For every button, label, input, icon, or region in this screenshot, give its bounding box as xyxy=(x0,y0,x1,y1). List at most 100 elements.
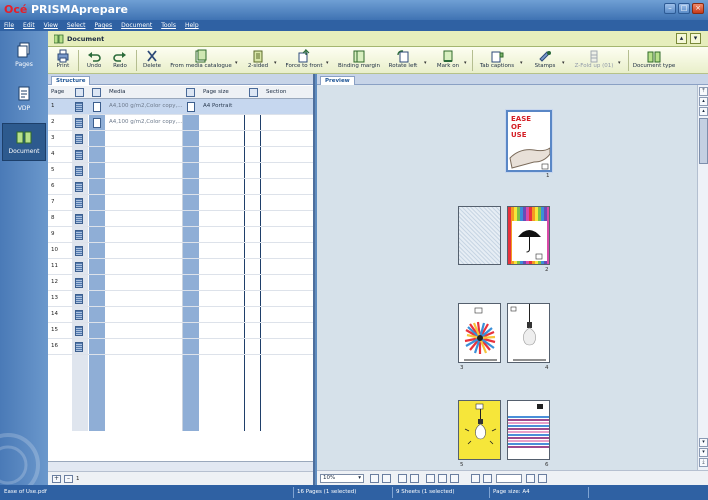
zoom-select[interactable]: 10% ▾ xyxy=(320,474,364,483)
expand-all-button[interactable]: + xyxy=(52,475,61,483)
binding-margin-button[interactable]: Binding margin xyxy=(336,49,382,72)
minimize-button[interactable]: – xyxy=(664,3,676,14)
binding-margin-icon xyxy=(353,50,365,63)
fit-width-icon[interactable] xyxy=(382,474,391,483)
force-to-front-dropdown-icon[interactable]: ▾ xyxy=(326,60,329,66)
print-button[interactable]: Print xyxy=(52,49,74,72)
menu-edit[interactable]: Edit xyxy=(23,22,35,29)
fit-page-icon[interactable] xyxy=(370,474,379,483)
sheet-4-right-page[interactable] xyxy=(507,400,550,460)
document-type-button[interactable]: Document type xyxy=(632,49,676,72)
column-header-page-size[interactable]: Page size xyxy=(203,89,229,95)
sheet-2-right-page[interactable] xyxy=(507,206,550,265)
redo-button[interactable]: Redo xyxy=(108,49,132,72)
maximize-button[interactable]: □ xyxy=(678,3,690,14)
next-page-icon[interactable] xyxy=(526,474,535,483)
tab-preview[interactable]: Preview xyxy=(320,76,355,85)
scroll-page-down-button[interactable]: ▾ xyxy=(699,448,708,457)
preview-canvas[interactable]: EASE OF USE 1 2 3 4 5 6 xyxy=(317,85,697,470)
table-row[interactable]: 9 xyxy=(48,227,313,243)
structure-horizontal-scrollbar[interactable] xyxy=(48,461,313,471)
sheet-2-left-page[interactable] xyxy=(458,206,501,265)
scroll-down-button[interactable]: ▾ xyxy=(699,438,708,447)
stamps-dropdown-icon[interactable]: ▾ xyxy=(562,60,565,66)
table-row[interactable]: 5 xyxy=(48,163,313,179)
close-button[interactable]: × xyxy=(692,3,704,14)
sheet-3-right-page[interactable] xyxy=(507,303,550,363)
table-row[interactable]: 12 xyxy=(48,275,313,291)
menu-tools[interactable]: Tools xyxy=(161,22,176,29)
select-tool-icon[interactable] xyxy=(426,474,435,483)
nav-vdp-label: VDP xyxy=(17,105,31,112)
zoom-tool-icon[interactable] xyxy=(450,474,459,483)
nav-pages[interactable]: Pages xyxy=(2,37,46,75)
tab-captions-icon xyxy=(491,51,504,63)
table-row[interactable]: 13 xyxy=(48,291,313,307)
table-row[interactable]: 10 xyxy=(48,243,313,259)
two-sided-dropdown-icon[interactable]: ▾ xyxy=(274,60,277,66)
from-media-catalogue-button[interactable]: From media catalogue xyxy=(170,49,232,72)
stamps-button[interactable]: Stamps xyxy=(530,49,560,72)
yellow-lightbulb-illustration-icon xyxy=(464,403,497,445)
menu-help[interactable]: Help xyxy=(185,22,199,29)
tab-captions-dropdown-icon[interactable]: ▾ xyxy=(520,60,523,66)
collapse-all-button[interactable]: – xyxy=(64,475,73,483)
sheet-4-left-page[interactable] xyxy=(458,400,501,460)
sheet-3-left-page[interactable] xyxy=(458,303,501,363)
hand-tool-icon[interactable] xyxy=(438,474,447,483)
rotate-left-button[interactable]: Rotate left xyxy=(384,49,422,72)
table-row[interactable]: 15 xyxy=(48,323,313,339)
undo-button[interactable]: Undo xyxy=(82,49,106,72)
delete-button[interactable]: Delete xyxy=(140,49,164,72)
scroll-page-up-button[interactable]: ▴ xyxy=(699,97,708,106)
table-row[interactable]: 14 xyxy=(48,307,313,323)
table-row[interactable]: 3 xyxy=(48,131,313,147)
collapse-panel-button[interactable]: ▴ xyxy=(676,33,687,44)
table-row[interactable]: 7 xyxy=(48,195,313,211)
oce-logo: Océ xyxy=(4,3,28,16)
previous-page-icon[interactable] xyxy=(483,474,492,483)
single-page-icon[interactable] xyxy=(398,474,407,483)
tab-structure[interactable]: Structure xyxy=(51,76,91,85)
scroll-bottom-button[interactable]: ⤓ xyxy=(699,458,708,467)
menu-view[interactable]: View xyxy=(44,22,58,29)
scroll-top-button[interactable]: ⤒ xyxy=(699,87,708,96)
page-number-input[interactable] xyxy=(496,474,522,483)
table-row[interactable]: 16 xyxy=(48,339,313,355)
menu-file[interactable]: File xyxy=(4,22,14,29)
expand-panel-button[interactable]: ▾ xyxy=(690,33,701,44)
scroll-thumb[interactable] xyxy=(699,118,708,164)
page-icon xyxy=(75,134,83,144)
nav-document[interactable]: Document xyxy=(2,123,46,161)
spread-view-icon[interactable] xyxy=(410,474,419,483)
menu-document[interactable]: Document xyxy=(121,22,152,29)
menu-select[interactable]: Select xyxy=(67,22,86,29)
table-row[interactable]: 2 A4,100 g/m2,Color copy,... xyxy=(48,115,313,131)
media-catalogue-dropdown-icon[interactable]: ▾ xyxy=(235,60,238,66)
last-page-icon[interactable] xyxy=(538,474,547,483)
page-icon xyxy=(75,198,83,208)
preview-vertical-scrollbar[interactable]: ⤒ ▴ ▴ ▾ ▾ ⤓ xyxy=(697,85,708,470)
two-sided-button[interactable]: 2-sided xyxy=(244,49,272,72)
pages-icon xyxy=(17,42,30,58)
table-row[interactable]: 6 xyxy=(48,179,313,195)
rotate-dropdown-icon[interactable]: ▾ xyxy=(424,60,427,66)
column-header-section[interactable]: Section xyxy=(266,89,286,95)
table-row[interactable]: 4 xyxy=(48,147,313,163)
menu-pages[interactable]: Pages xyxy=(94,22,112,29)
first-page-icon[interactable] xyxy=(471,474,480,483)
nav-vdp[interactable]: VDP xyxy=(2,81,46,119)
scroll-up-button[interactable]: ▴ xyxy=(699,107,708,116)
mark-on-button[interactable]: Mark on xyxy=(434,49,462,72)
table-row[interactable]: 11 xyxy=(48,259,313,275)
column-header-media[interactable]: Media xyxy=(109,89,126,95)
table-row[interactable]: 8 xyxy=(48,211,313,227)
z-fold-up-button[interactable]: Z-Fold up (01) xyxy=(572,49,616,72)
column-header-page[interactable]: Page xyxy=(51,89,64,95)
sheet-1-page-1[interactable]: EASE OF USE xyxy=(505,109,553,173)
mark-on-dropdown-icon[interactable]: ▾ xyxy=(464,60,467,66)
tab-captions-button[interactable]: Tab captions xyxy=(476,49,518,72)
table-row[interactable]: 1 A4,100 g/m2,Color copy,... A4 Portrait xyxy=(48,99,313,115)
z-fold-dropdown-icon[interactable]: ▾ xyxy=(618,60,621,66)
force-to-front-button[interactable]: Force to front xyxy=(284,49,324,72)
